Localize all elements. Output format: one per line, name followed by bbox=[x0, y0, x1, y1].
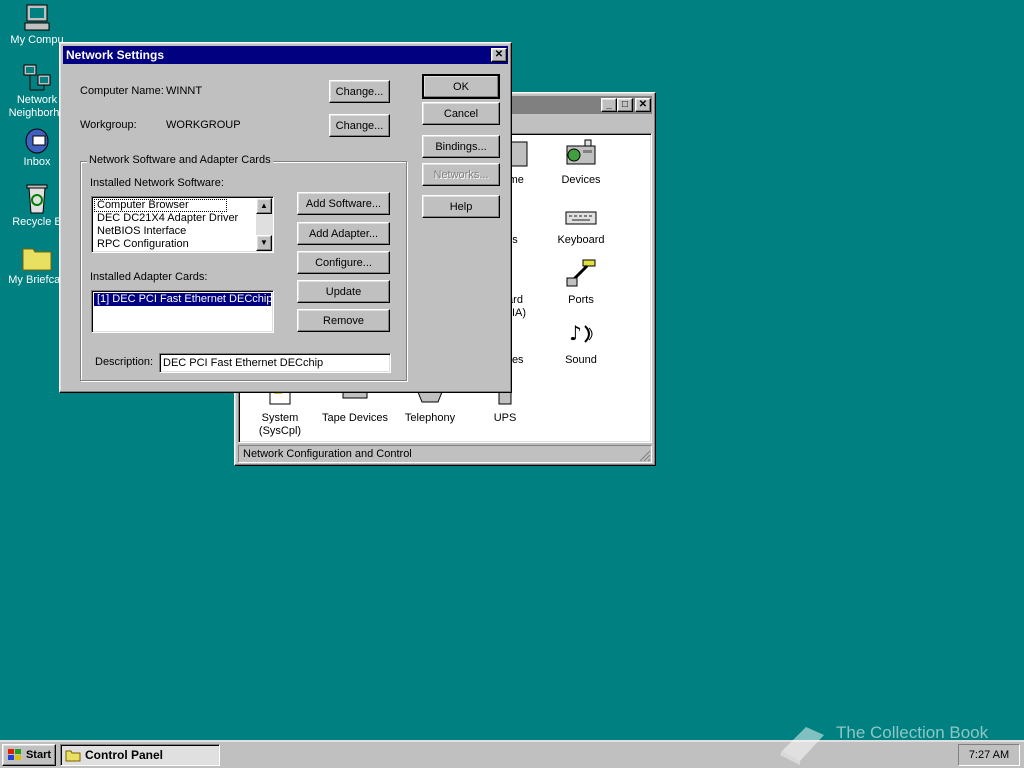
minimize-button[interactable]: _ bbox=[601, 98, 617, 112]
remove-button[interactable]: Remove bbox=[297, 309, 390, 332]
description-label: Description: bbox=[95, 356, 154, 368]
cp-item-label: Sound bbox=[565, 354, 597, 366]
system-tray: 7:27 AM bbox=[958, 744, 1020, 766]
minimize-icon: _ bbox=[606, 99, 612, 110]
workgroup-value: WORKGROUP bbox=[166, 119, 241, 131]
computer-name-label: Computer Name: bbox=[80, 85, 164, 97]
cp-item-label: System (SysCpl) bbox=[258, 412, 302, 437]
network-icon bbox=[23, 64, 51, 91]
ports-icon bbox=[563, 258, 599, 290]
add-adapter-button[interactable]: Add Adapter... bbox=[297, 222, 390, 245]
arrow-down-icon: ▼ bbox=[260, 238, 268, 247]
list-item[interactable]: DEC DC21X4 Adapter Driver bbox=[94, 212, 271, 225]
description-field[interactable]: DEC PCI Fast Ethernet DECchip bbox=[159, 353, 391, 373]
installed-adapters-label: Installed Adapter Cards: bbox=[90, 271, 208, 283]
change-workgroup-button[interactable]: Change... bbox=[329, 114, 390, 137]
list-item[interactable]: RPC Configuration bbox=[94, 238, 271, 251]
keyboard-icon bbox=[563, 198, 599, 230]
installed-adapters-list[interactable]: [1] DEC PCI Fast Ethernet DECchip 2 bbox=[91, 290, 274, 333]
add-software-button[interactable]: Add Software... bbox=[297, 192, 390, 215]
watermark-text: The Collection Book bbox=[836, 723, 989, 742]
cp-item-label: Keyboard bbox=[557, 234, 605, 246]
taskbar-item-control-panel[interactable]: Control Panel bbox=[60, 744, 220, 766]
close-button[interactable]: ✕ bbox=[635, 98, 651, 112]
network-settings-dialog: Network Settings ✕ Computer Name: WINNT … bbox=[59, 42, 512, 393]
book-icon bbox=[780, 727, 824, 765]
installed-software-list[interactable]: Computer Browser DEC DC21X4 Adapter Driv… bbox=[91, 196, 274, 253]
cp-item-ports[interactable]: Ports bbox=[541, 258, 621, 306]
start-button[interactable]: Start bbox=[2, 744, 56, 766]
cp-item-sound[interactable]: ♪ Sound bbox=[541, 318, 621, 366]
start-label: Start bbox=[25, 749, 52, 761]
windows-logo-icon bbox=[7, 749, 21, 760]
status-bar: Network Configuration and Control bbox=[238, 445, 652, 463]
dialog-titlebar[interactable]: Network Settings bbox=[63, 46, 508, 64]
computer-name-value: WINNT bbox=[166, 85, 203, 97]
groupbox-title: Network Software and Adapter Cards bbox=[87, 154, 273, 166]
list-item[interactable]: NetBIOS Interface bbox=[94, 225, 271, 238]
networks-button[interactable]: Networks... bbox=[422, 163, 500, 186]
arrow-up-icon: ▲ bbox=[260, 201, 268, 210]
cp-item-label: Tape Devices bbox=[321, 412, 389, 424]
recycle-bin-icon bbox=[26, 184, 48, 214]
cp-item-label: Ports bbox=[568, 294, 594, 306]
devices-icon bbox=[563, 138, 599, 170]
resize-grip-icon[interactable] bbox=[639, 450, 651, 462]
scroll-down-button[interactable]: ▼ bbox=[256, 235, 272, 251]
maximize-button[interactable]: □ bbox=[617, 98, 633, 112]
installed-software-label: Installed Network Software: bbox=[90, 177, 224, 189]
cp-item-label: Telephony bbox=[404, 412, 456, 424]
sound-icon: ♪ bbox=[563, 318, 599, 350]
clock[interactable]: 7:27 AM bbox=[969, 749, 1009, 761]
update-button[interactable]: Update bbox=[297, 280, 390, 303]
close-icon: ✕ bbox=[494, 49, 504, 60]
change-computer-name-button[interactable]: Change... bbox=[329, 80, 390, 103]
maximize-icon: □ bbox=[621, 99, 629, 110]
inbox-icon bbox=[25, 128, 49, 154]
status-text: Network Configuration and Control bbox=[243, 448, 412, 460]
svg-text:♪: ♪ bbox=[569, 321, 582, 345]
bindings-button[interactable]: Bindings... bbox=[422, 135, 500, 158]
control-panel-icon bbox=[65, 750, 81, 762]
dialog-close-button[interactable]: ✕ bbox=[491, 48, 507, 62]
scroll-up-button[interactable]: ▲ bbox=[256, 198, 272, 214]
cp-item-label: UPS bbox=[493, 412, 517, 424]
list-item-selected[interactable]: [1] DEC PCI Fast Ethernet DECchip 2 bbox=[94, 293, 273, 306]
taskbar: Start Control Panel The Collection Book … bbox=[0, 723, 1024, 768]
cp-item-label: Devices bbox=[561, 174, 601, 186]
workgroup-label: Workgroup: bbox=[80, 119, 137, 131]
taskbar-item-label: Control Panel bbox=[85, 748, 164, 762]
list-item[interactable]: Computer Browser bbox=[94, 199, 227, 212]
help-button[interactable]: Help bbox=[422, 195, 500, 218]
software-list-scrollbar[interactable]: ▲ ▼ bbox=[256, 198, 272, 251]
cp-item-keyboard[interactable]: Keyboard bbox=[541, 198, 621, 246]
desktop-icon-my-computer[interactable]: My Compu bbox=[0, 2, 74, 46]
configure-button[interactable]: Configure... bbox=[297, 251, 390, 274]
description-value: DEC PCI Fast Ethernet DECchip bbox=[163, 357, 324, 369]
dialog-title: Network Settings bbox=[66, 48, 165, 62]
computer-icon bbox=[24, 4, 50, 31]
cancel-button[interactable]: Cancel bbox=[422, 102, 500, 125]
close-icon: ✕ bbox=[638, 99, 648, 110]
ok-button[interactable]: OK bbox=[422, 74, 500, 99]
briefcase-icon bbox=[22, 248, 52, 271]
cp-item-devices[interactable]: Devices bbox=[541, 138, 621, 186]
